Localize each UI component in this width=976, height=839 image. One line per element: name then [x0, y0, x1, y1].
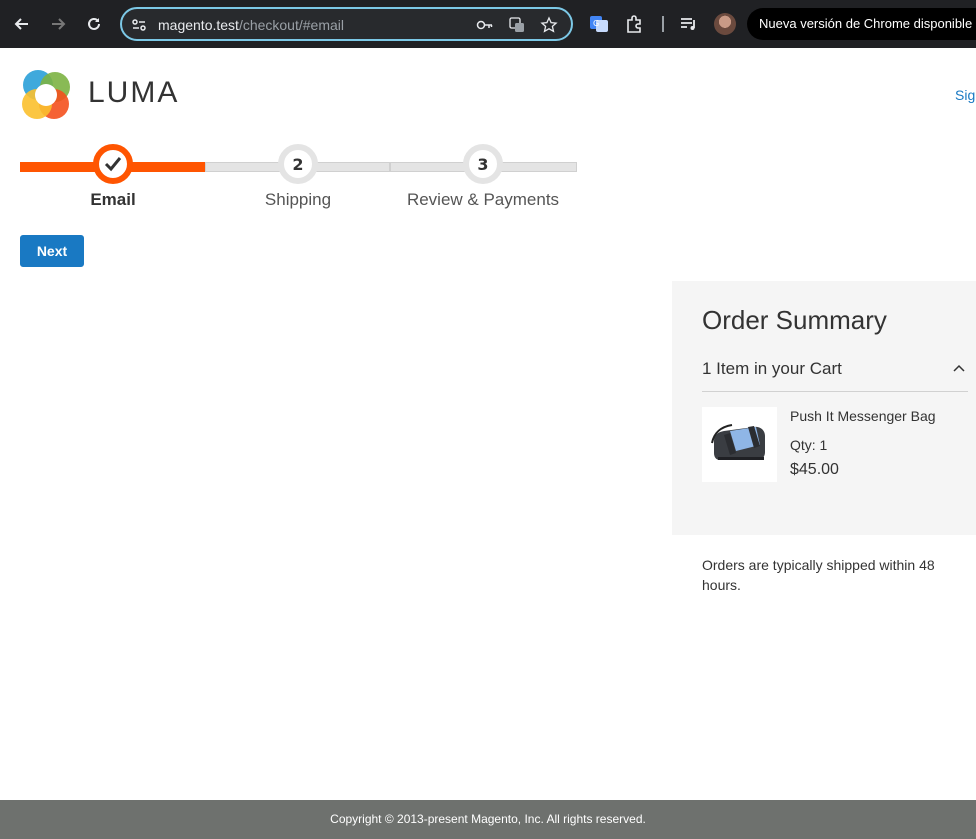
copyright-text: Copyright © 2013-present Magento, Inc. A…	[330, 812, 646, 826]
step-number: 2	[292, 154, 304, 174]
svg-text:G: G	[593, 19, 599, 28]
checkmark-icon	[104, 157, 122, 172]
shipping-note: Orders are typically shipped within 48 h…	[702, 557, 935, 593]
reload-icon	[88, 17, 100, 30]
step-review-circle: 3	[463, 144, 503, 184]
next-button[interactable]: Next	[20, 235, 84, 267]
step-shipping-label: Shipping	[264, 190, 332, 209]
forward-button[interactable]	[47, 13, 69, 35]
step-review-label: Review & Payments	[406, 190, 560, 209]
arrow-left-icon	[14, 18, 28, 30]
arrow-right-icon	[52, 18, 66, 30]
google-translate-extension-icon[interactable]: G	[589, 14, 609, 34]
extensions-puzzle-icon[interactable]	[625, 14, 645, 34]
order-summary-title: Order Summary	[702, 305, 887, 335]
order-summary: Order Summary 1 Item in your Cart Push I…	[672, 281, 976, 535]
toolbar-divider	[662, 16, 664, 32]
step-email-circle	[93, 144, 133, 184]
product-price: $45.00	[790, 461, 839, 478]
brand-name[interactable]: LUMA	[88, 76, 179, 110]
url-text[interactable]: magento.test/checkout/#email	[158, 16, 344, 34]
product-qty: Qty: 1	[790, 437, 828, 453]
product-name: Push It Messenger Bag	[790, 408, 936, 424]
media-queue-icon[interactable]	[679, 14, 699, 34]
reload-button[interactable]	[83, 13, 105, 35]
chevron-up-icon	[953, 364, 965, 372]
profile-avatar[interactable]	[714, 13, 736, 35]
bookmark-star-icon[interactable]	[540, 16, 558, 34]
chrome-update-notice[interactable]: Nueva versión de Chrome disponible	[747, 8, 976, 40]
page-footer: Copyright © 2013-present Magento, Inc. A…	[0, 800, 976, 839]
back-button[interactable]	[11, 13, 33, 35]
sign-in-link[interactable]: Sign In	[955, 87, 976, 103]
cart-item-count: 1 Item in your Cart	[702, 359, 842, 378]
messenger-bag-image	[711, 424, 765, 460]
step-number: 3	[477, 154, 489, 174]
cart-items-toggle[interactable]: 1 Item in your Cart	[702, 357, 968, 392]
site-settings-icon[interactable]	[130, 16, 148, 34]
key-icon[interactable]	[476, 16, 494, 34]
step-email-label: Email	[90, 190, 136, 209]
luma-logo-icon[interactable]	[20, 69, 72, 121]
url-host: magento.test	[158, 17, 239, 33]
step-shipping-circle: 2	[278, 144, 318, 184]
browser-toolbar: magento.test/checkout/#email G Nueva ver…	[0, 0, 976, 48]
url-path: /checkout/#email	[238, 17, 344, 33]
translate-icon[interactable]	[508, 16, 526, 34]
product-thumbnail[interactable]	[702, 407, 777, 482]
address-bar[interactable]: magento.test/checkout/#email	[120, 7, 573, 41]
